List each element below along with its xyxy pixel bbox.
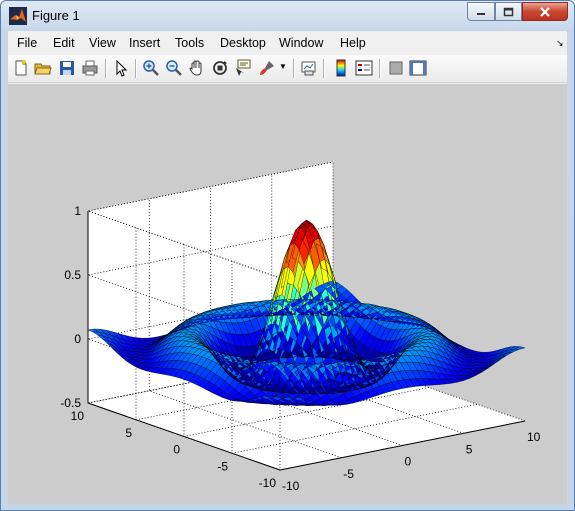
- minimize-icon: [477, 12, 485, 15]
- y-tick-label: -10: [259, 476, 277, 490]
- toolbar-separator: [323, 59, 325, 78]
- figure-window: Figure 1 File Edit View Insert Tools Des…: [0, 0, 575, 511]
- menu-tools[interactable]: Tools: [175, 36, 204, 50]
- dock-figure-icon[interactable]: ↘: [556, 38, 564, 49]
- open-file-icon[interactable]: [34, 59, 52, 77]
- x-tick-label: 0: [405, 455, 412, 469]
- z-tick-label: 0.5: [64, 268, 81, 282]
- menu-window[interactable]: Window: [279, 36, 323, 50]
- z-tick-label: -0.5: [60, 396, 81, 410]
- matlab-logo-icon: [9, 7, 27, 25]
- brush-icon[interactable]: [258, 59, 276, 77]
- menu-edit[interactable]: Edit: [53, 36, 75, 50]
- z-tick-label: 0: [74, 332, 81, 346]
- z-tick-label: 1: [74, 204, 81, 218]
- print-icon[interactable]: [81, 59, 99, 77]
- window-client: File Edit View Insert Tools Desktop Wind…: [8, 31, 567, 504]
- figure-toolbar: ▼: [8, 55, 567, 83]
- save-icon[interactable]: [58, 59, 76, 77]
- maximize-icon: [503, 7, 514, 16]
- x-tick-label: -5: [343, 467, 354, 481]
- legend-icon[interactable]: [355, 59, 373, 77]
- surface-plot[interactable]: -10 -5 0 5 10 10 5 0 -5 -10 1 0.5 0 -0.5: [8, 84, 567, 504]
- menu-bar: File Edit View Insert Tools Desktop Wind…: [8, 31, 567, 54]
- toolbar-separator: [105, 59, 107, 78]
- new-figure-icon[interactable]: [12, 59, 30, 77]
- toolbar-separator: [135, 59, 137, 78]
- menu-view[interactable]: View: [89, 36, 116, 50]
- maximize-button[interactable]: [495, 2, 522, 21]
- minimize-button[interactable]: [467, 2, 495, 21]
- hide-plot-tools-icon[interactable]: [387, 59, 405, 77]
- pan-icon[interactable]: [188, 59, 206, 77]
- figure-canvas[interactable]: -10 -5 0 5 10 10 5 0 -5 -10 1 0.5 0 -0.5: [8, 84, 567, 504]
- menu-file[interactable]: File: [17, 36, 37, 50]
- zoom-in-icon[interactable]: [142, 59, 160, 77]
- show-plot-tools-icon[interactable]: [409, 59, 427, 77]
- y-tick-label: 0: [173, 443, 180, 457]
- menu-desktop[interactable]: Desktop: [220, 36, 266, 50]
- brush-dropdown-icon[interactable]: ▼: [279, 62, 287, 71]
- x-tick-label: 10: [527, 430, 541, 444]
- toolbar-separator: [293, 59, 295, 78]
- y-tick-label: 10: [71, 409, 85, 423]
- colorbar-icon[interactable]: [332, 59, 350, 77]
- link-plot-icon[interactable]: [300, 59, 318, 77]
- x-tick-label: 5: [466, 442, 473, 456]
- menu-insert[interactable]: Insert: [129, 36, 160, 50]
- y-tick-label: 5: [125, 426, 132, 440]
- x-tick-label: -10: [282, 479, 300, 493]
- window-title: Figure 1: [32, 8, 80, 23]
- zoom-out-icon[interactable]: [165, 59, 183, 77]
- toolbar-separator: [379, 59, 381, 78]
- y-tick-label: -5: [217, 459, 228, 473]
- close-button[interactable]: [522, 2, 568, 21]
- edit-plot-icon[interactable]: [112, 59, 130, 77]
- close-icon: [540, 6, 550, 17]
- menu-help[interactable]: Help: [340, 36, 366, 50]
- title-bar[interactable]: Figure 1: [1, 1, 574, 31]
- data-cursor-icon[interactable]: [234, 59, 252, 77]
- rotate-3d-icon[interactable]: [211, 59, 229, 77]
